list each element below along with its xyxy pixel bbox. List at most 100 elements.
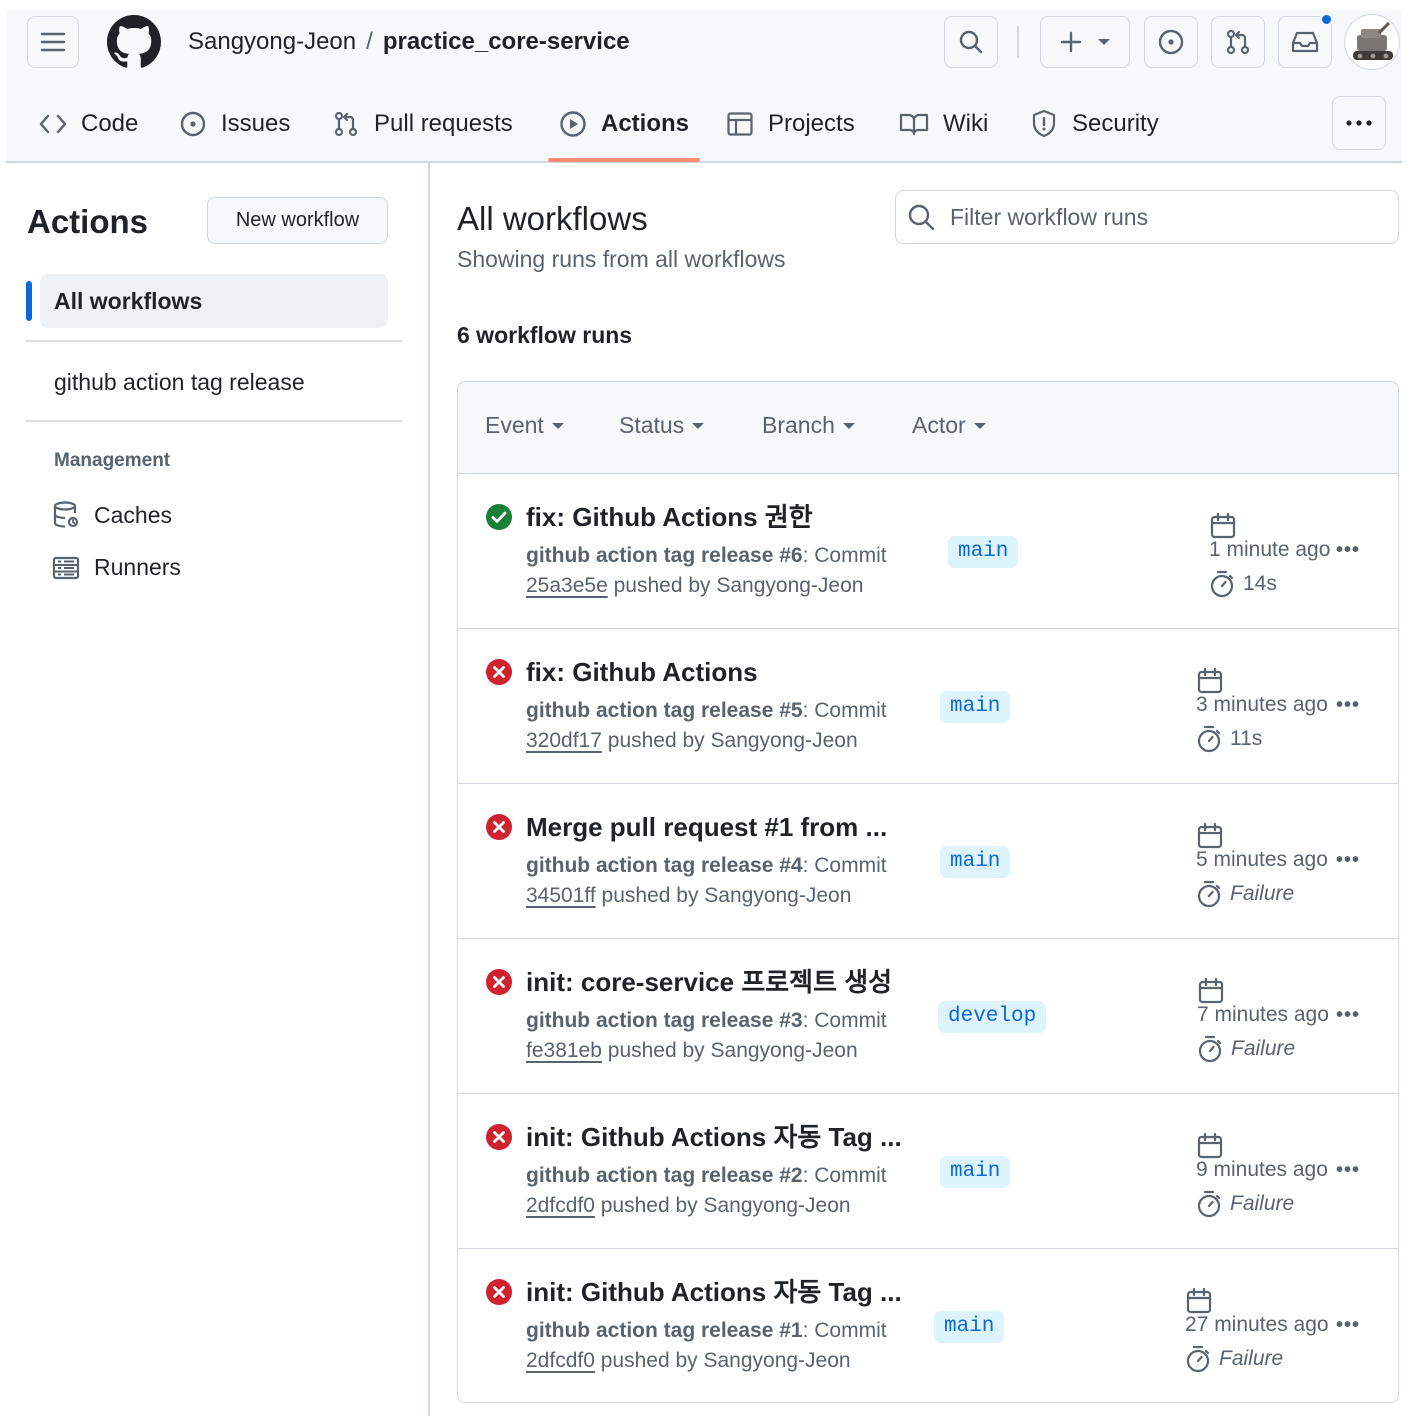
pull-requests-button[interactable]: [1211, 16, 1265, 68]
run-title-link[interactable]: init: Github Actions 자동 Tag ...: [526, 1120, 902, 1154]
duration-value: Failure: [1231, 1037, 1296, 1060]
menu-button[interactable]: [27, 16, 79, 68]
selected-item-indicator: [26, 281, 32, 321]
actor-filter-button[interactable]: Actor: [912, 412, 986, 439]
tab-projects[interactable]: Projects: [726, 94, 855, 154]
sidebar-item-all-workflows[interactable]: All workflows: [40, 274, 388, 328]
kebab-horizontal-icon[interactable]: •••: [1336, 695, 1360, 715]
run-title-link[interactable]: init: core-service 프로젝트 생성: [526, 965, 892, 999]
run-number: #3: [779, 1009, 803, 1032]
kebab-horizontal-icon[interactable]: •••: [1336, 1160, 1360, 1180]
filter-input[interactable]: [950, 203, 1370, 231]
table-row[interactable]: init: Github Actions 자동 Tag ... github ac…: [458, 1249, 1398, 1402]
kebab-horizontal-icon[interactable]: •••: [1336, 540, 1360, 560]
run-commit: 2dfcdf0 pushed by Sangyong-Jeon: [526, 1349, 851, 1373]
stopwatch-icon: [1198, 1035, 1222, 1063]
run-title-link[interactable]: fix: Github Actions: [526, 655, 758, 689]
duration-value: Failure: [1230, 882, 1295, 905]
tab-pull-requests[interactable]: Pull requests: [332, 94, 513, 154]
kebab-horizontal-icon[interactable]: •••: [1336, 1005, 1360, 1025]
avatar[interactable]: [1344, 14, 1400, 70]
commit-label: : Commit: [802, 699, 887, 722]
workflow-runs-list: Event Status Branch Actor fix: Github Ac…: [457, 381, 1399, 1403]
filter-workflow-runs[interactable]: [895, 190, 1399, 244]
run-commit: 25a3e5e pushed by Sangyong-Jeon: [526, 574, 863, 598]
run-duration: Failure: [1196, 1190, 1294, 1218]
table-row[interactable]: init: core-service 프로젝트 생성 github action …: [458, 939, 1398, 1094]
check-circle-fill-icon: [486, 504, 512, 530]
git-pull-request-icon: [1226, 29, 1250, 55]
branch-label[interactable]: develop: [938, 1001, 1047, 1033]
tab-actions[interactable]: Actions: [559, 94, 689, 154]
branch-label[interactable]: main: [934, 1311, 1005, 1343]
commit-sha-link[interactable]: 25a3e5e: [526, 574, 608, 597]
calendar-icon: [1197, 667, 1223, 694]
tab-wiki[interactable]: Wiki: [899, 94, 988, 154]
search-button[interactable]: [944, 16, 998, 68]
table-row[interactable]: fix: Github Actions 권한 github action tag …: [458, 474, 1398, 629]
play-icon: [560, 111, 586, 137]
commit-label: : Commit: [802, 1164, 887, 1187]
sidebar-item-runners[interactable]: Runners: [52, 554, 181, 581]
run-time: 1 minute ago: [1209, 538, 1331, 561]
sidebar-item-label: Caches: [94, 501, 172, 528]
run-meta: github action tag release #4: Commit: [526, 854, 887, 878]
run-duration: 11s: [1196, 725, 1262, 753]
commit-label: : Commit: [802, 544, 887, 567]
table-row[interactable]: Merge pull request #1 from ... github act…: [458, 784, 1398, 939]
duration-value: 14s: [1243, 572, 1277, 595]
run-number: #6: [779, 544, 803, 567]
branch-label[interactable]: main: [940, 691, 1011, 723]
calendar-icon: [1197, 822, 1223, 849]
pushed-by: pushed by Sangyong-Jeon: [600, 1194, 851, 1217]
repo-link[interactable]: practice_core-service: [383, 28, 630, 55]
owner-link[interactable]: Sangyong-Jeon: [188, 28, 356, 55]
more-tabs-button[interactable]: [1332, 96, 1386, 150]
tab-issues[interactable]: Issues: [179, 94, 290, 154]
branch-label[interactable]: main: [948, 536, 1019, 568]
sidebar-border: [428, 163, 430, 1416]
sidebar-divider: [26, 340, 402, 342]
run-count: 6 workflow runs: [457, 322, 633, 348]
event-filter-button[interactable]: Event: [485, 412, 564, 439]
commit-sha-link[interactable]: 320df17: [526, 729, 602, 752]
workflow-name: github action tag release: [526, 544, 774, 567]
new-workflow-button[interactable]: New workflow: [207, 197, 388, 244]
commit-sha-link[interactable]: 2dfcdf0: [526, 1349, 595, 1372]
duration-value: Failure: [1230, 1192, 1295, 1215]
pushed-by: pushed by Sangyong-Jeon: [613, 574, 864, 597]
table-row[interactable]: fix: Github Actions github action tag rel…: [458, 629, 1398, 784]
branch-label[interactable]: main: [940, 846, 1011, 878]
branch-label[interactable]: main: [940, 1156, 1011, 1188]
calendar-icon: [1197, 1132, 1223, 1159]
inbox-icon: [1291, 31, 1319, 53]
list-filters: Event Status Branch Actor: [458, 382, 1398, 474]
run-title-link[interactable]: init: Github Actions 자동 Tag ...: [526, 1275, 902, 1309]
commit-sha-link[interactable]: 2dfcdf0: [526, 1194, 595, 1217]
kebab-horizontal-icon[interactable]: •••: [1336, 1315, 1360, 1335]
issues-button[interactable]: [1144, 16, 1198, 68]
filter-label: Actor: [912, 412, 966, 438]
commit-sha-link[interactable]: fe381eb: [526, 1039, 602, 1062]
x-circle-fill-icon: [486, 1279, 512, 1305]
commit-sha-link[interactable]: 34501ff: [526, 884, 596, 907]
create-new-button[interactable]: [1040, 16, 1130, 68]
sidebar-item-caches[interactable]: Caches: [52, 500, 172, 530]
table-row[interactable]: init: Github Actions 자동 Tag ... github ac…: [458, 1094, 1398, 1249]
tab-label: Security: [1072, 110, 1159, 137]
run-duration: Failure: [1185, 1345, 1283, 1373]
run-title-link[interactable]: Merge pull request #1 from ...: [526, 810, 887, 844]
github-logo-icon[interactable]: [107, 15, 161, 69]
pushed-by: pushed by Sangyong-Jeon: [600, 1349, 851, 1372]
stopwatch-icon: [1197, 725, 1221, 753]
run-commit: 320df17 pushed by Sangyong-Jeon: [526, 729, 858, 753]
status-filter-button[interactable]: Status: [619, 412, 705, 439]
issue-opened-icon: [180, 111, 206, 137]
branch-filter-button[interactable]: Branch: [762, 412, 855, 439]
kebab-horizontal-icon[interactable]: •••: [1336, 850, 1360, 870]
tab-security[interactable]: Security: [1030, 94, 1159, 154]
tab-code[interactable]: Code: [39, 94, 138, 154]
sidebar-item-workflow[interactable]: github action tag release: [54, 366, 305, 398]
run-title-link[interactable]: fix: Github Actions 권한: [526, 500, 813, 534]
run-number: #1: [779, 1319, 803, 1342]
